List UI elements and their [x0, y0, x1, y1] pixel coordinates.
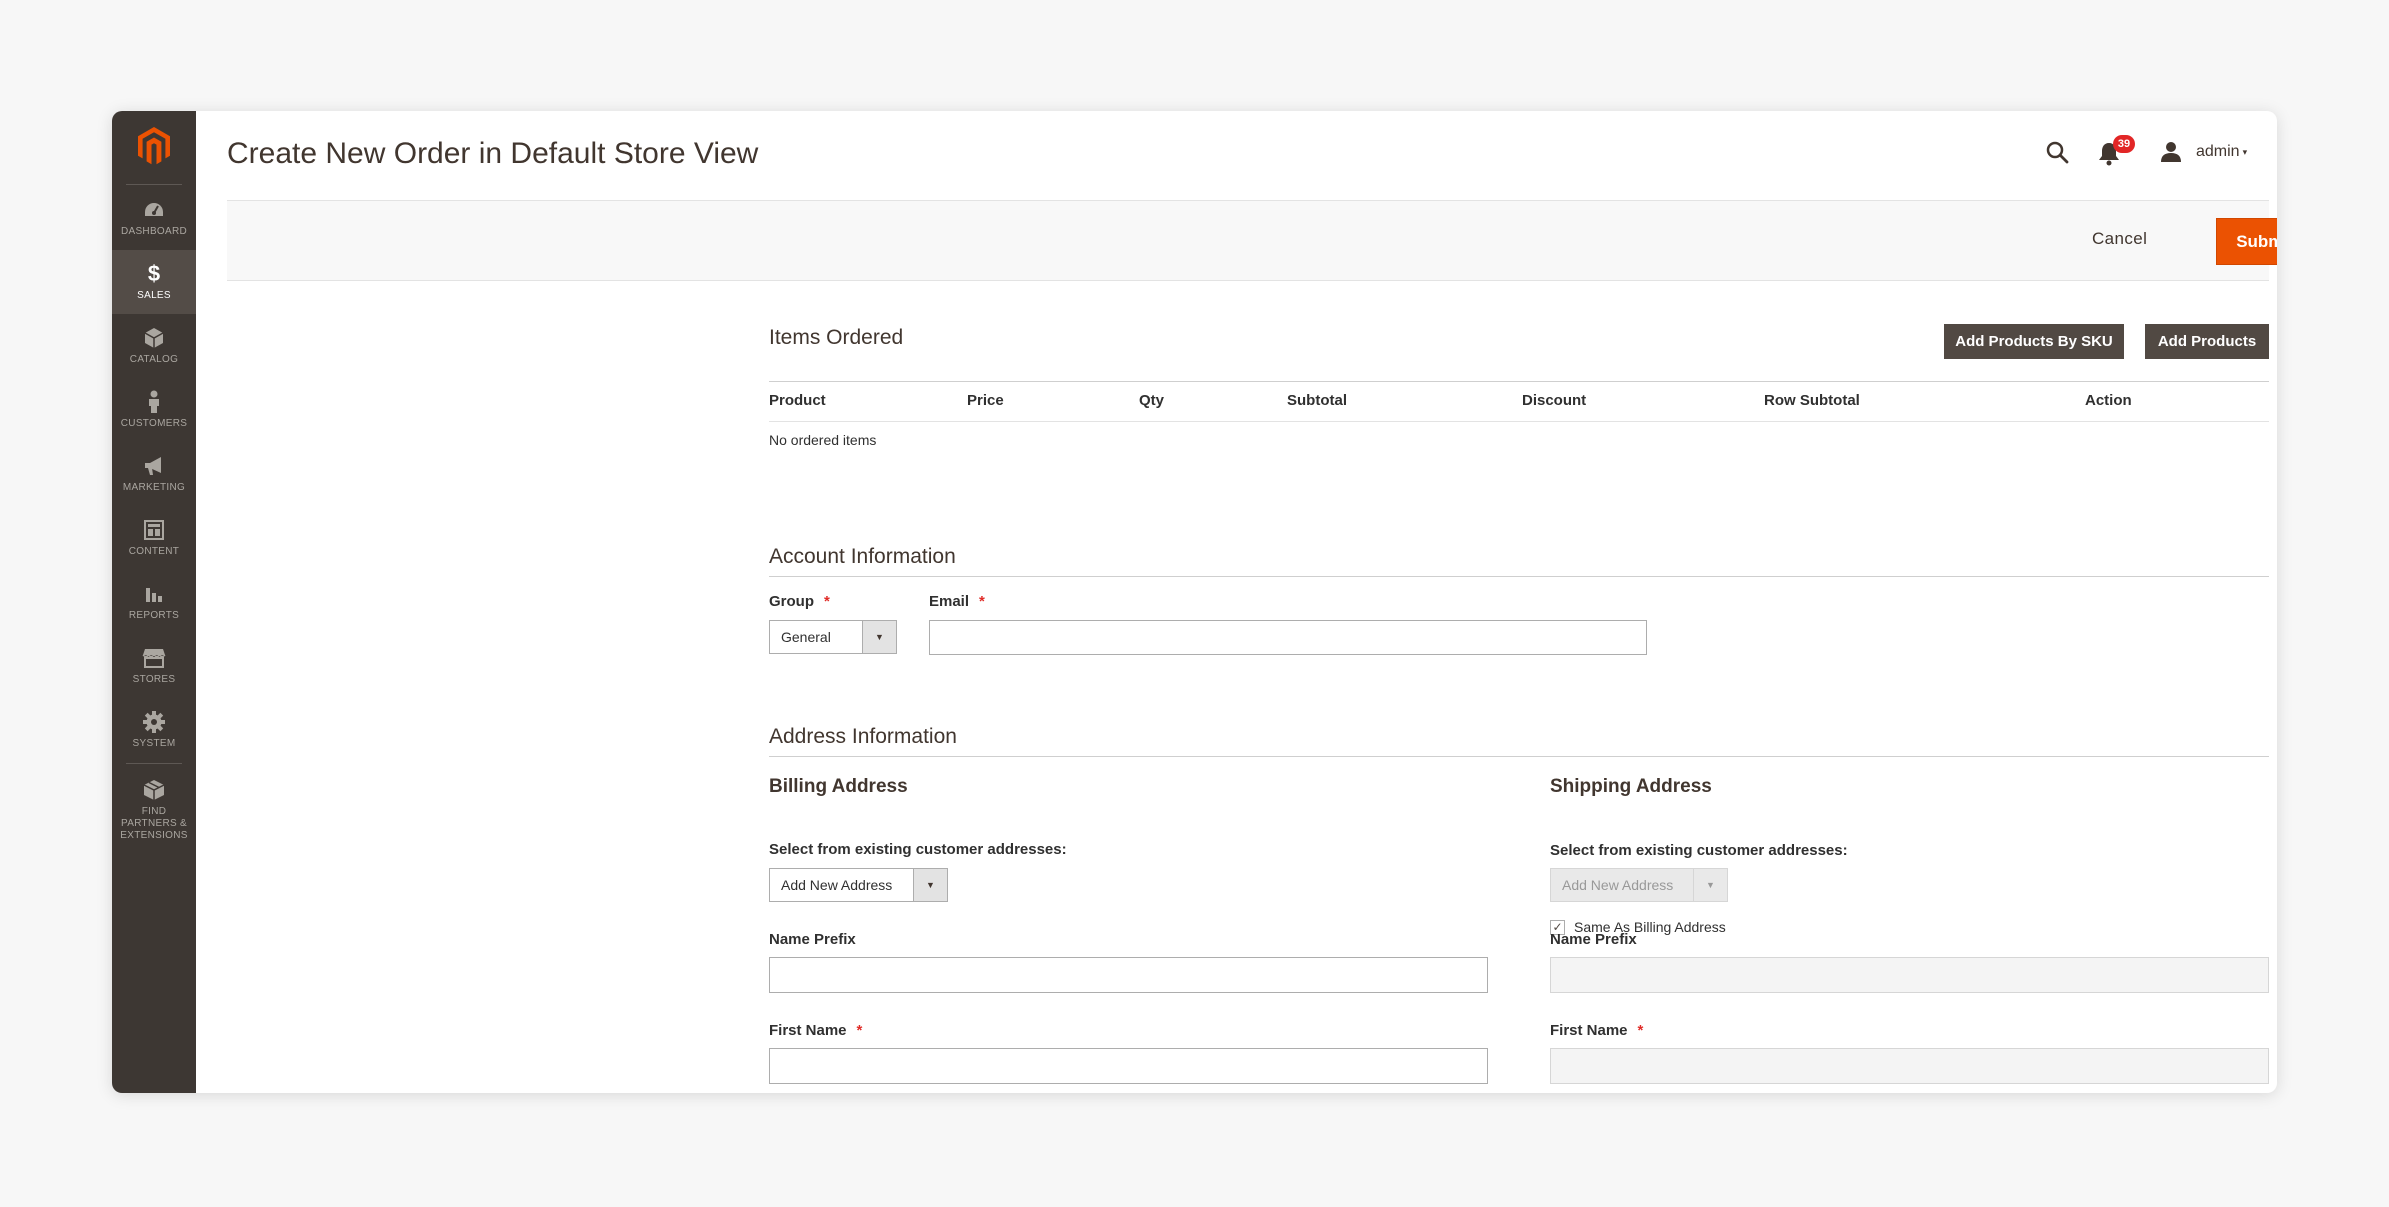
sidebar-item-marketing[interactable]: Marketing [112, 442, 196, 506]
page-title: Create New Order in Default Store View [227, 137, 759, 170]
chevron-down-icon: ▾ [2242, 146, 2248, 157]
billing-address-title: Billing Address [769, 776, 908, 797]
sidebar-item-label: Reports [128, 610, 180, 621]
items-ordered-title: Items Ordered [769, 326, 904, 349]
column-header-subtotal: Subtotal [1287, 392, 1347, 409]
address-section-divider [769, 756, 2269, 757]
sidebar-item-label: System [132, 738, 176, 749]
sidebar-item-find-partners[interactable]: Find Partners & Extensions [112, 766, 196, 844]
shipping-address-select-value: Add New Address [1562, 877, 1674, 893]
billing-name-prefix-input[interactable] [769, 957, 1488, 993]
storefront-icon [142, 646, 166, 670]
group-label: Group * [769, 593, 830, 610]
user-name: admin [2196, 143, 2240, 160]
sidebar-item-label: Stores [132, 674, 176, 685]
sidebar-item-label: Dashboard [120, 226, 188, 237]
sidebar-item-content[interactable]: Content [112, 506, 196, 570]
sidebar-item-label: Catalog [129, 354, 179, 365]
sidebar-item-label: Customers [120, 418, 188, 429]
email-input[interactable] [929, 620, 1647, 655]
email-label: Email * [929, 593, 985, 610]
shipping-address-title: Shipping Address [1550, 776, 1712, 797]
shipping-first-name-label: First Name * [1550, 1022, 1644, 1039]
required-marker: * [856, 1022, 863, 1039]
user-menu[interactable]: admin ▾ [2160, 137, 2247, 167]
dashboard-icon [143, 198, 165, 222]
table-top-divider [769, 381, 2269, 382]
billing-first-name-input[interactable] [769, 1048, 1488, 1084]
shipping-name-prefix-label: Name Prefix [1550, 931, 1637, 948]
sidebar-item-label: Find Partners & Extensions [120, 806, 188, 841]
column-header-product: Product [769, 392, 826, 409]
sidebar-item-system[interactable]: System [112, 698, 196, 762]
empty-items-message: No ordered items [769, 432, 877, 448]
notifications-count-badge: 39 [2113, 135, 2135, 153]
sidebar-item-stores[interactable]: Stores [112, 634, 196, 698]
required-marker: * [979, 593, 985, 610]
gear-icon [143, 710, 165, 734]
table-header-divider [769, 421, 2269, 422]
chevron-down-icon: ▼ [1693, 869, 1727, 901]
bar-chart-icon [144, 582, 164, 606]
person-icon [147, 390, 161, 414]
billing-name-prefix-label: Name Prefix [769, 931, 856, 948]
column-header-price: Price [967, 392, 1004, 409]
search-icon [2046, 141, 2069, 164]
sidebar-item-catalog[interactable]: Catalog [112, 314, 196, 378]
sidebar-item-label: Marketing [122, 482, 186, 493]
megaphone-icon [143, 454, 165, 478]
magento-logo[interactable] [112, 111, 196, 181]
column-header-row-subtotal: Row Subtotal [1764, 392, 1860, 409]
dollar-icon: $ [147, 261, 161, 286]
column-header-discount: Discount [1522, 392, 1587, 409]
billing-first-name-label: First Name * [769, 1022, 863, 1039]
notifications-button[interactable]: 39 [2097, 135, 2135, 167]
submit-order-button[interactable]: Submit Order [2216, 218, 2277, 265]
sidebar-item-customers[interactable]: Customers [112, 378, 196, 442]
sidebar-item-label: Content [128, 546, 180, 557]
shipping-first-name-input [1550, 1048, 2269, 1084]
column-header-action: Action [2085, 392, 2132, 409]
sidebar-item-label: Sales [137, 290, 171, 301]
billing-select-label: Select from existing customer addresses: [769, 841, 1067, 858]
account-section-divider [769, 576, 2269, 577]
required-marker: * [1637, 1022, 1644, 1039]
billing-address-select-value: Add New Address [781, 877, 893, 893]
admin-window: Dashboard $ Sales Catalog Customers Mark… [112, 111, 2277, 1093]
sidebar-item-reports[interactable]: Reports [112, 570, 196, 634]
shipping-name-prefix-input [1550, 957, 2269, 993]
chevron-down-icon: ▼ [862, 621, 896, 653]
required-marker: * [824, 593, 830, 610]
user-icon [2161, 142, 2181, 162]
cube-icon [144, 326, 164, 350]
add-products-button[interactable]: Add Products [2145, 324, 2269, 359]
account-information-title: Account Information [769, 545, 956, 568]
sidebar-item-sales[interactable]: $ Sales [112, 250, 196, 314]
box-icon [143, 778, 165, 802]
magento-logo-icon [138, 127, 170, 165]
billing-address-select[interactable]: Add New Address ▼ [769, 868, 948, 902]
group-select-value: General [781, 629, 831, 645]
shipping-address-select: Add New Address ▼ [1550, 868, 1728, 902]
admin-sidebar: Dashboard $ Sales Catalog Customers Mark… [112, 111, 196, 1093]
cancel-button[interactable]: Cancel [2092, 229, 2147, 249]
column-header-qty: Qty [1139, 392, 1165, 409]
shipping-select-label: Select from existing customer addresses: [1550, 842, 1848, 859]
sidebar-item-dashboard[interactable]: Dashboard [112, 186, 196, 250]
chevron-down-icon: ▼ [913, 869, 947, 901]
layout-icon [144, 518, 164, 542]
global-search-button[interactable] [2042, 137, 2072, 167]
sidebar-divider [126, 763, 182, 764]
address-information-title: Address Information [769, 725, 957, 748]
page-actions-bar: Cancel Submit Order [227, 200, 2277, 281]
add-products-by-sku-button[interactable]: Add Products By SKU [1944, 324, 2124, 359]
group-select[interactable]: General ▼ [769, 620, 897, 654]
sidebar-divider [126, 184, 182, 185]
